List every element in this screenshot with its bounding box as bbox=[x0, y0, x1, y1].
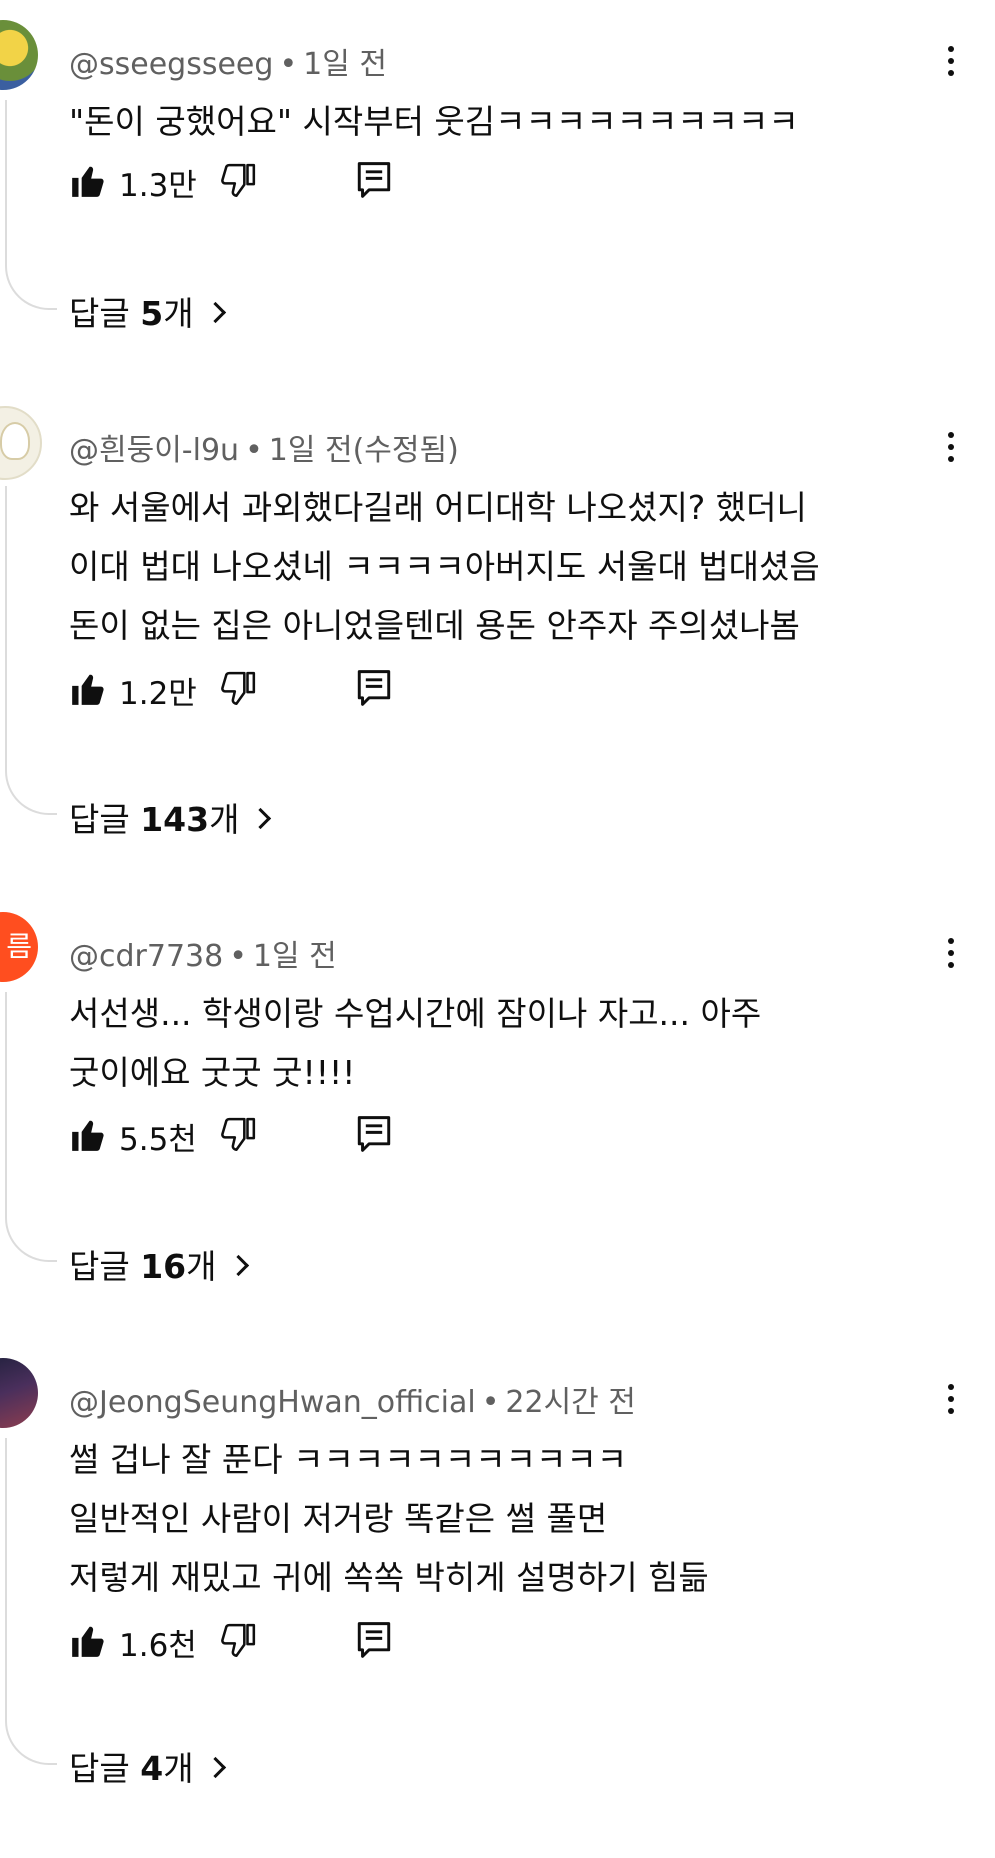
header-separator: • bbox=[481, 1385, 500, 1420]
comment-time: 1일 전 bbox=[303, 47, 387, 82]
comment-text-line: 굿이에요 굿굿 굿!!!! bbox=[69, 1053, 356, 1092]
more-options-icon[interactable] bbox=[946, 432, 956, 468]
comment-header: @cdr7738 • 1일 전 bbox=[69, 931, 337, 975]
comment-time: 1일 전 bbox=[252, 939, 337, 974]
comment-header: @sseegsseeg • 1일 전 bbox=[69, 39, 387, 83]
thumbs-up-icon[interactable] bbox=[69, 162, 107, 200]
header-separator: • bbox=[279, 47, 298, 82]
view-replies-button[interactable]: 답글 16개 bbox=[69, 1240, 249, 1288]
replies-label: 답글 bbox=[69, 800, 141, 839]
comment-time: 22시간 전 bbox=[505, 1385, 636, 1420]
comment-text-line: 썰 겁나 잘 푼다 ㅋㅋㅋㅋㅋㅋㅋㅋㅋㅋㅋ bbox=[69, 1440, 628, 1479]
reply-thread-line bbox=[5, 100, 57, 310]
like-count: 1.3만 bbox=[119, 168, 197, 204]
author-handle[interactable]: @sseegsseeg bbox=[69, 47, 273, 82]
thumbs-up-icon[interactable] bbox=[69, 670, 107, 708]
reply-icon[interactable] bbox=[356, 668, 392, 708]
replies-count: 4 bbox=[140, 1749, 164, 1788]
thumbs-down-icon[interactable] bbox=[219, 1116, 257, 1154]
replies-count: 16 bbox=[140, 1247, 187, 1286]
replies-label: 답글 bbox=[69, 1247, 141, 1286]
header-separator: • bbox=[245, 433, 263, 468]
author-handle[interactable]: @JeongSeungHwan_official bbox=[69, 1385, 476, 1420]
view-replies-button[interactable]: 답글 143개 bbox=[69, 793, 272, 841]
author-avatar[interactable] bbox=[0, 1358, 38, 1428]
like-count: 1.2만 bbox=[119, 676, 197, 712]
like-count: 1.6천 bbox=[119, 1628, 197, 1664]
comment-text: "돈이 궁했어요" 시작부터 웃김ㅋㅋㅋㅋㅋㅋㅋㅋㅋㅋ bbox=[69, 92, 799, 151]
comment-header: @JeongSeungHwan_official • 22시간 전 bbox=[69, 1377, 636, 1421]
like-count: 5.5천 bbox=[119, 1122, 197, 1158]
reply-icon[interactable] bbox=[356, 1620, 392, 1660]
chevron-right-icon bbox=[227, 1254, 249, 1277]
replies-suffix: 개 bbox=[209, 800, 240, 839]
more-options-icon[interactable] bbox=[946, 46, 956, 82]
replies-suffix: 개 bbox=[186, 1247, 217, 1286]
thumbs-up-icon[interactable] bbox=[69, 1116, 107, 1154]
comment-header: @흰둥이-l9u • 1일 전(수정됨) bbox=[69, 425, 459, 469]
comment-text: 썰 겁나 잘 푼다 ㅋㅋㅋㅋㅋㅋㅋㅋㅋㅋㅋ 일반적인 사람이 저거랑 똑같은 썰… bbox=[69, 1430, 709, 1607]
author-avatar[interactable] bbox=[0, 406, 42, 480]
chevron-right-icon bbox=[250, 807, 272, 830]
replies-label: 답글 bbox=[69, 294, 141, 333]
comment-time: 1일 전(수정됨) bbox=[268, 433, 459, 468]
more-options-icon[interactable] bbox=[946, 938, 956, 974]
reply-thread-line bbox=[5, 1438, 57, 1765]
thumbs-down-icon[interactable] bbox=[219, 162, 257, 200]
author-avatar[interactable]: 름 bbox=[0, 912, 38, 982]
comment-item: 름 @cdr7738 • 1일 전 서선생... 학생이랑 수업시간에 잠이나 자고… bbox=[0, 912, 995, 1412]
avatar-initial: 름 bbox=[6, 930, 32, 963]
comment-text: 서선생... 학생이랑 수업시간에 잠이나 자고... 아주 굿이에요 굿굿 굿… bbox=[69, 984, 761, 1102]
comment-item: @흰둥이-l9u • 1일 전(수정됨) 와 서울에서 과외했다길래 어디대학 나오… bbox=[0, 406, 995, 906]
replies-label: 답글 bbox=[69, 1749, 141, 1788]
reply-icon[interactable] bbox=[356, 160, 392, 200]
comment-item: @JeongSeungHwan_official • 22시간 전 썰 겁나 잘 푼… bbox=[0, 1358, 995, 1858]
comment-text-line: 저렇게 재밌고 귀에 쏙쏙 박히게 설명하기 힘듦 bbox=[69, 1558, 709, 1597]
replies-count: 143 bbox=[140, 800, 210, 839]
comment-text-line: 이대 법대 나오셨네 ㅋㅋㅋㅋ아버지도 서울대 법대셨음 bbox=[69, 547, 820, 586]
chevron-right-icon bbox=[204, 301, 226, 324]
thumbs-down-icon[interactable] bbox=[219, 1622, 257, 1660]
replies-suffix: 개 bbox=[163, 294, 194, 333]
chevron-right-icon bbox=[204, 1756, 226, 1779]
author-avatar[interactable] bbox=[0, 20, 38, 90]
reply-icon[interactable] bbox=[356, 1114, 392, 1154]
comment-text-line: "돈이 궁했어요" 시작부터 웃김ㅋㅋㅋㅋㅋㅋㅋㅋㅋㅋ bbox=[69, 102, 799, 141]
view-replies-button[interactable]: 답글 4개 bbox=[69, 1742, 226, 1790]
comment-text-line: 일반적인 사람이 저거랑 똑같은 썰 풀면 bbox=[69, 1499, 608, 1538]
replies-count: 5 bbox=[140, 294, 164, 333]
replies-suffix: 개 bbox=[163, 1749, 194, 1788]
reply-thread-line bbox=[5, 486, 57, 815]
comment-text-line: 서선생... 학생이랑 수업시간에 잠이나 자고... 아주 bbox=[69, 994, 762, 1033]
reply-thread-line bbox=[5, 992, 57, 1262]
author-handle[interactable]: @흰둥이-l9u bbox=[69, 433, 239, 468]
view-replies-button[interactable]: 답글 5개 bbox=[69, 287, 226, 335]
comment-text-line: 돈이 없는 집은 아니었을텐데 용돈 안주자 주의셨나봄 bbox=[69, 606, 800, 645]
comment-text-line: 와 서울에서 과외했다길래 어디대학 나오셨지? 했더니 bbox=[69, 488, 807, 527]
thumbs-up-icon[interactable] bbox=[69, 1622, 107, 1660]
more-options-icon[interactable] bbox=[946, 1384, 956, 1420]
header-separator: • bbox=[229, 939, 247, 974]
comment-text: 와 서울에서 과외했다길래 어디대학 나오셨지? 했더니 이대 법대 나오셨네 … bbox=[69, 478, 820, 655]
thumbs-down-icon[interactable] bbox=[219, 670, 257, 708]
author-handle[interactable]: @cdr7738 bbox=[69, 939, 223, 974]
